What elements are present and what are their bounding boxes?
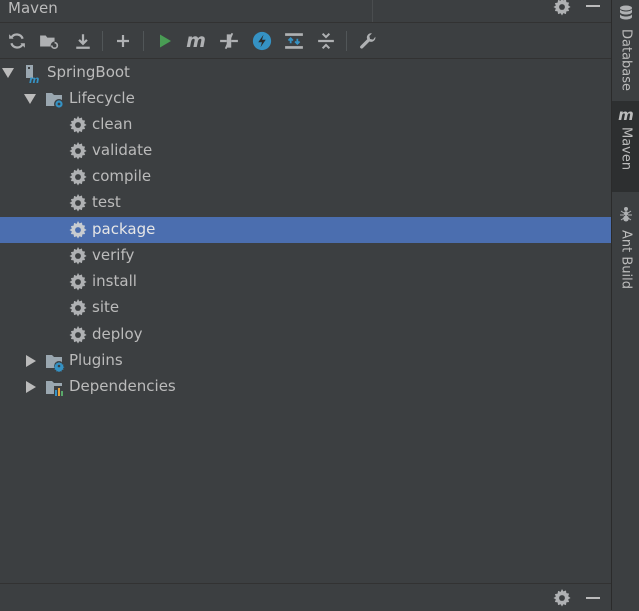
tree-node-project[interactable]: m SpringBoot — [0, 60, 611, 86]
goal-verify[interactable]: verify — [0, 243, 611, 269]
gear-icon — [69, 299, 87, 317]
tab-database[interactable]: Database — [612, 0, 639, 92]
maven-project-icon: m — [24, 64, 42, 86]
add-icon[interactable] — [112, 30, 134, 52]
expand-arrow-icon[interactable] — [2, 68, 14, 78]
maven-project-tree: m SpringBoot Lifecycle clean validate co… — [0, 59, 611, 583]
plugins-label: Plugins — [69, 351, 123, 369]
tree-node-dependencies[interactable]: Dependencies — [0, 374, 611, 400]
toolbar-separator — [346, 31, 347, 51]
plugins-folder-icon — [45, 352, 65, 373]
expand-arrow-icon[interactable] — [24, 94, 36, 104]
goal-compile[interactable]: compile — [0, 164, 611, 190]
dependencies-folder-icon — [45, 378, 64, 397]
goal-test[interactable]: test — [0, 190, 611, 216]
goal-install[interactable]: install — [0, 269, 611, 295]
wrench-icon[interactable] — [357, 30, 379, 52]
gear-icon — [69, 326, 87, 344]
tab-ant-build[interactable]: Ant Build — [612, 204, 639, 294]
goal-label: site — [92, 298, 120, 316]
gear-icon — [69, 168, 87, 186]
goal-validate[interactable]: validate — [0, 138, 611, 164]
reload-icon[interactable] — [6, 30, 28, 52]
maven-toolbar: m — [0, 23, 611, 59]
tool-window-header: Maven — [0, 0, 611, 23]
expand-arrow-icon[interactable] — [26, 381, 36, 393]
tree-node-plugins[interactable]: Plugins — [0, 348, 611, 374]
gear-icon — [69, 221, 87, 239]
goal-site[interactable]: site — [0, 295, 611, 321]
toolbar-separator — [143, 31, 144, 51]
goal-label: clean — [92, 115, 133, 133]
database-icon — [619, 5, 633, 25]
maven-icon: m — [618, 106, 634, 124]
panel-title: Maven — [8, 0, 58, 17]
goal-label: install — [92, 272, 137, 290]
download-icon[interactable] — [72, 30, 94, 52]
tab-maven[interactable]: m Maven — [612, 101, 639, 192]
tab-label: Ant Build — [618, 230, 634, 289]
goal-deploy[interactable]: deploy — [0, 322, 611, 348]
goal-package[interactable]: package — [0, 217, 611, 243]
goal-label: compile — [92, 167, 152, 185]
goal-label: test — [92, 193, 121, 211]
expand-arrow-icon[interactable] — [26, 355, 36, 367]
skip-tests-icon[interactable] — [251, 30, 273, 52]
goal-label: validate — [92, 141, 153, 159]
header-divider — [372, 0, 373, 22]
run-icon[interactable] — [154, 30, 176, 52]
toolbar-separator — [102, 31, 103, 51]
gear-icon — [69, 116, 87, 134]
goal-label: package — [92, 220, 156, 238]
dependencies-label: Dependencies — [69, 377, 176, 395]
gear-icon — [69, 142, 87, 160]
lifecycle-folder-icon — [45, 90, 64, 109]
goal-label: deploy — [92, 325, 143, 343]
tab-label: Maven — [618, 127, 634, 171]
ant-icon — [619, 206, 633, 226]
gear-icon — [69, 247, 87, 265]
tab-label: Database — [618, 29, 634, 92]
minimize-icon[interactable] — [586, 5, 600, 7]
gear-icon — [69, 194, 87, 212]
generate-sources-icon[interactable] — [38, 30, 60, 52]
right-tool-strip: Database m Maven Ant Build — [611, 0, 639, 610]
bottom-bar — [0, 583, 611, 611]
gear-icon[interactable] — [553, 589, 571, 611]
gear-icon[interactable] — [553, 0, 571, 20]
goal-clean[interactable]: clean — [0, 112, 611, 138]
svg-text:m: m — [29, 75, 39, 84]
tree-node-lifecycle[interactable]: Lifecycle — [0, 86, 611, 112]
toggle-offline-icon[interactable] — [218, 30, 240, 52]
execute-goal-icon[interactable]: m — [185, 30, 207, 52]
minimize-icon[interactable] — [586, 597, 600, 599]
show-dependencies-icon[interactable] — [283, 30, 305, 52]
lifecycle-label: Lifecycle — [69, 89, 135, 107]
goal-label: verify — [92, 246, 135, 264]
collapse-all-icon[interactable] — [315, 30, 337, 52]
project-label: SpringBoot — [47, 63, 130, 81]
gear-icon — [69, 273, 87, 291]
